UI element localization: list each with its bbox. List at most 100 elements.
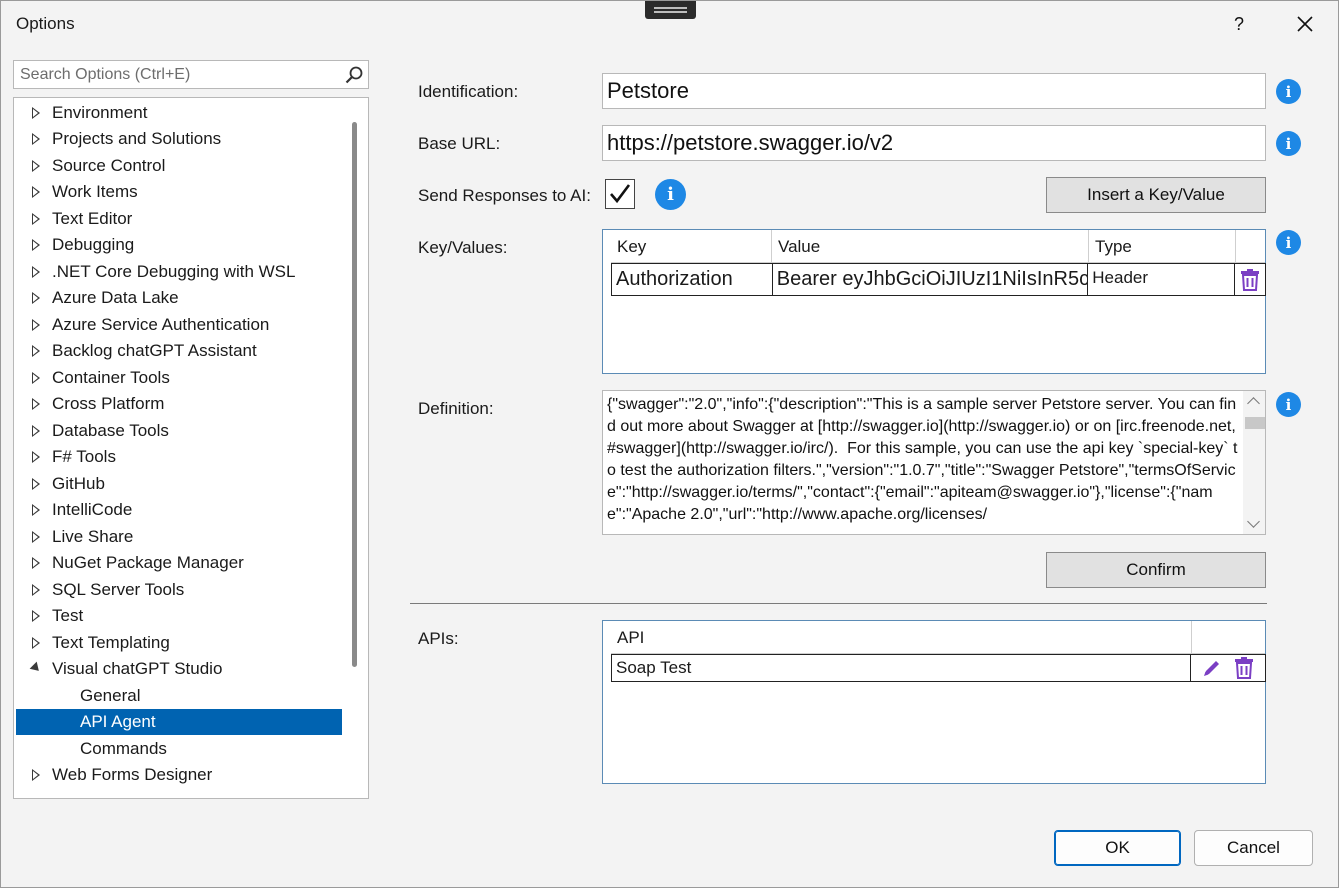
window-title: Options bbox=[16, 14, 75, 33]
identification-field[interactable]: Petstore bbox=[602, 73, 1266, 109]
tree-item-visual-chatgpt-studio[interactable]: Visual chatGPT Studio bbox=[16, 656, 342, 682]
scrollbar-thumb[interactable] bbox=[1245, 417, 1265, 429]
ok-button[interactable]: OK bbox=[1054, 830, 1181, 866]
column-header-type[interactable]: Type bbox=[1089, 230, 1236, 263]
tree-item-api-agent[interactable]: API Agent bbox=[16, 709, 342, 735]
tree-item-environment[interactable]: Environment bbox=[16, 100, 342, 126]
tree-item-commands[interactable]: Commands bbox=[16, 736, 342, 762]
tree-item-backlog-chatgpt-assistant[interactable]: Backlog chatGPT Assistant bbox=[16, 338, 342, 364]
column-header-api[interactable]: API bbox=[611, 621, 1192, 654]
cancel-button[interactable]: Cancel bbox=[1194, 830, 1313, 866]
expand-arrow-icon[interactable] bbox=[32, 266, 40, 278]
expand-arrow-icon[interactable] bbox=[32, 372, 40, 384]
expand-arrow-icon[interactable] bbox=[32, 319, 40, 331]
expand-arrow-icon[interactable] bbox=[32, 637, 40, 649]
expand-arrow-icon[interactable] bbox=[32, 186, 40, 198]
tree-scrollbar[interactable] bbox=[352, 122, 357, 667]
tree-item-label: Web Forms Designer bbox=[52, 765, 213, 784]
tree-item-net-core-debugging-wsl[interactable]: .NET Core Debugging with WSL bbox=[16, 259, 342, 285]
tree-item-container-tools[interactable]: Container Tools bbox=[16, 365, 342, 391]
collapse-arrow-icon[interactable] bbox=[29, 661, 43, 675]
expand-arrow-icon[interactable] bbox=[32, 160, 40, 172]
chevron-up-icon[interactable] bbox=[1247, 397, 1260, 410]
info-icon[interactable]: i bbox=[655, 179, 686, 210]
expand-arrow-icon[interactable] bbox=[32, 769, 40, 781]
column-header-key[interactable]: Key bbox=[611, 230, 772, 263]
expand-arrow-icon[interactable] bbox=[32, 292, 40, 304]
expand-arrow-icon[interactable] bbox=[32, 345, 40, 357]
search-input[interactable] bbox=[14, 61, 340, 88]
send-responses-checkbox[interactable] bbox=[605, 179, 635, 209]
help-button[interactable]: ? bbox=[1221, 9, 1257, 39]
tree-item-web-forms-designer[interactable]: Web Forms Designer bbox=[16, 762, 342, 788]
expand-arrow-icon[interactable] bbox=[32, 451, 40, 463]
checkmark-icon bbox=[610, 184, 631, 204]
title-bar[interactable]: Options ? bbox=[1, 1, 1338, 47]
tree-item-label: NuGet Package Manager bbox=[52, 553, 244, 572]
expand-arrow-icon[interactable] bbox=[32, 504, 40, 516]
table-row[interactable]: Authorization Bearer eyJhbGciOiJIUzI1NiI… bbox=[611, 263, 1266, 296]
expand-arrow-icon[interactable] bbox=[32, 425, 40, 437]
tree-item-label: Backlog chatGPT Assistant bbox=[52, 341, 257, 360]
tree-item-test[interactable]: Test bbox=[16, 603, 342, 629]
search-icon[interactable] bbox=[340, 61, 368, 89]
expand-arrow-icon[interactable] bbox=[32, 213, 40, 225]
delete-row-cell bbox=[1235, 264, 1265, 295]
tree-item-intellicode[interactable]: IntelliCode bbox=[16, 497, 342, 523]
tree-item-azure-data-lake[interactable]: Azure Data Lake bbox=[16, 285, 342, 311]
type-cell[interactable]: Header bbox=[1088, 264, 1236, 295]
tree-item-text-editor[interactable]: Text Editor bbox=[16, 206, 342, 232]
tree-item-label: Azure Data Lake bbox=[52, 288, 179, 307]
tree-item-github[interactable]: GitHub bbox=[16, 471, 342, 497]
column-header-value[interactable]: Value bbox=[772, 230, 1089, 263]
tree-item-fsharp-tools[interactable]: F# Tools bbox=[16, 444, 342, 470]
tree-item-text-templating[interactable]: Text Templating bbox=[16, 630, 342, 656]
options-tree[interactable]: Environment Projects and Solutions Sourc… bbox=[13, 97, 369, 799]
definition-label: Definition: bbox=[418, 399, 494, 418]
close-button[interactable] bbox=[1287, 9, 1323, 39]
expand-arrow-icon[interactable] bbox=[32, 610, 40, 622]
tree-item-label: Live Share bbox=[52, 527, 134, 546]
tree-item-label: Azure Service Authentication bbox=[52, 315, 270, 334]
definition-textarea[interactable]: {"swagger":"2.0","info":{"description":"… bbox=[602, 390, 1266, 535]
insert-key-value-button[interactable]: Insert a Key/Value bbox=[1046, 177, 1266, 213]
tree-item-projects-and-solutions[interactable]: Projects and Solutions bbox=[16, 126, 342, 152]
tree-item-cross-platform[interactable]: Cross Platform bbox=[16, 391, 342, 417]
tree-item-work-items[interactable]: Work Items bbox=[16, 179, 342, 205]
key-values-header: Key Value Type bbox=[611, 230, 1265, 263]
key-cell[interactable]: Authorization bbox=[612, 264, 773, 295]
pencil-icon[interactable] bbox=[1201, 657, 1223, 679]
definition-text[interactable]: {"swagger":"2.0","info":{"description":"… bbox=[607, 394, 1239, 526]
confirm-button[interactable]: Confirm bbox=[1046, 552, 1266, 588]
expand-arrow-icon[interactable] bbox=[32, 107, 40, 119]
tree-item-label: Database Tools bbox=[52, 421, 169, 440]
tree-item-source-control[interactable]: Source Control bbox=[16, 153, 342, 179]
info-icon[interactable]: i bbox=[1276, 230, 1301, 255]
value-cell[interactable]: Bearer eyJhbGciOiJIUzI1NiIsInR5c( bbox=[773, 264, 1089, 295]
expand-arrow-icon[interactable] bbox=[32, 478, 40, 490]
expand-arrow-icon[interactable] bbox=[32, 398, 40, 410]
tree-item-sql-server-tools[interactable]: SQL Server Tools bbox=[16, 577, 342, 603]
definition-scrollbar[interactable] bbox=[1243, 391, 1265, 534]
tree-item-live-share[interactable]: Live Share bbox=[16, 524, 342, 550]
info-icon[interactable]: i bbox=[1276, 392, 1301, 417]
tree-item-nuget-package-manager[interactable]: NuGet Package Manager bbox=[16, 550, 342, 576]
info-icon[interactable]: i bbox=[1276, 131, 1301, 156]
api-name-cell[interactable]: Soap Test bbox=[612, 655, 1192, 681]
drag-grip-icon[interactable] bbox=[645, 1, 696, 19]
tree-item-general[interactable]: General bbox=[16, 683, 342, 709]
tree-item-azure-service-authentication[interactable]: Azure Service Authentication bbox=[16, 312, 342, 338]
expand-arrow-icon[interactable] bbox=[32, 557, 40, 569]
expand-arrow-icon[interactable] bbox=[32, 584, 40, 596]
chevron-down-icon[interactable] bbox=[1247, 515, 1260, 528]
tree-item-debugging[interactable]: Debugging bbox=[16, 232, 342, 258]
base-url-field[interactable]: https://petstore.swagger.io/v2 bbox=[602, 125, 1266, 161]
tree-item-database-tools[interactable]: Database Tools bbox=[16, 418, 342, 444]
trash-icon[interactable] bbox=[1239, 268, 1261, 291]
expand-arrow-icon[interactable] bbox=[32, 531, 40, 543]
table-row[interactable]: Soap Test bbox=[611, 654, 1266, 682]
trash-icon[interactable] bbox=[1233, 657, 1255, 679]
expand-arrow-icon[interactable] bbox=[32, 239, 40, 251]
expand-arrow-icon[interactable] bbox=[32, 133, 40, 145]
info-icon[interactable]: i bbox=[1276, 79, 1301, 104]
